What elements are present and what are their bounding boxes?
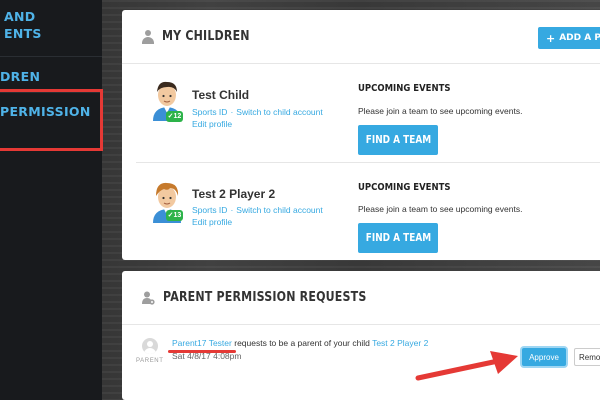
requester-link[interactable]: Parent17 Tester — [172, 338, 232, 348]
child-row: ✓13 Test 2 Player 2 Sports ID · Switch to … — [122, 163, 600, 260]
parent-avatar — [142, 338, 158, 354]
highlight-annotation — [0, 89, 103, 151]
plus-icon: + — [546, 31, 556, 45]
edit-profile-link[interactable]: Edit profile — [192, 118, 323, 130]
sidebar-divider — [0, 56, 102, 57]
child-links: Sports ID · Switch to child account Edit p… — [192, 205, 323, 228]
sidebar: AND ENTS DREN PERMISSION — [0, 0, 102, 400]
sports-id-link[interactable]: Sports ID — [192, 205, 227, 215]
find-a-team-button[interactable]: FIND A TEAM — [358, 125, 438, 155]
upcoming-events-text: Please join a team to see upcoming event… — [358, 106, 523, 116]
child-name: Test 2 Player 2 — [192, 187, 276, 201]
request-text: Parent17 Tester requests to be a parent … — [172, 338, 429, 348]
upcoming-events-title: UPCOMING EVENTS — [358, 182, 451, 193]
sports-id-link[interactable]: Sports ID — [192, 107, 227, 117]
sidebar-item-label: AND — [4, 9, 36, 24]
card-title: MY CHILDREN — [162, 29, 250, 44]
child-link[interactable]: Test 2 Player 2 — [372, 338, 428, 348]
child-links: Sports ID · Switch to child account Edit p… — [192, 107, 323, 130]
child-row: ✓12 Test Child Sports ID · Switch to child… — [122, 65, 600, 162]
card-header: PARENT PERMISSION REQUESTS — [122, 271, 600, 325]
upcoming-events-title: UPCOMING EVENTS — [358, 83, 451, 94]
age-badge: ✓13 — [166, 210, 183, 221]
arrow-annotation — [415, 351, 518, 381]
approve-button[interactable]: Approve — [522, 348, 566, 366]
child-name: Test Child — [192, 88, 250, 102]
switch-account-link[interactable]: Switch to child account — [236, 107, 322, 117]
my-children-card: MY CHILDREN + ADD A PLAYER ✓12 Test Chil… — [122, 10, 600, 260]
upcoming-events-text: Please join a team to see upcoming event… — [358, 204, 523, 214]
sidebar-item-label: ENTS — [4, 26, 42, 41]
remove-button[interactable]: Remove — [574, 348, 600, 366]
role-label: PARENT — [136, 358, 164, 364]
parent-permission-requests-card: PARENT PERMISSION REQUESTS PARENT Parent… — [122, 271, 600, 400]
add-player-button[interactable]: + ADD A PLAYER — [538, 27, 600, 49]
age-badge: ✓12 — [166, 111, 183, 122]
underline-annotation — [168, 350, 236, 353]
sidebar-item-children[interactable]: DREN — [0, 68, 102, 85]
find-a-team-button[interactable]: FIND A TEAM — [358, 223, 438, 253]
person-gear-icon — [142, 291, 155, 305]
person-icon — [142, 29, 154, 44]
sidebar-item-events[interactable]: AND ENTS — [4, 8, 106, 42]
sidebar-item-label: DREN — [0, 69, 41, 84]
edit-profile-link[interactable]: Edit profile — [192, 216, 323, 228]
card-title: PARENT PERMISSION REQUESTS — [163, 290, 367, 305]
card-header: MY CHILDREN — [122, 10, 600, 64]
switch-account-link[interactable]: Switch to child account — [236, 205, 322, 215]
